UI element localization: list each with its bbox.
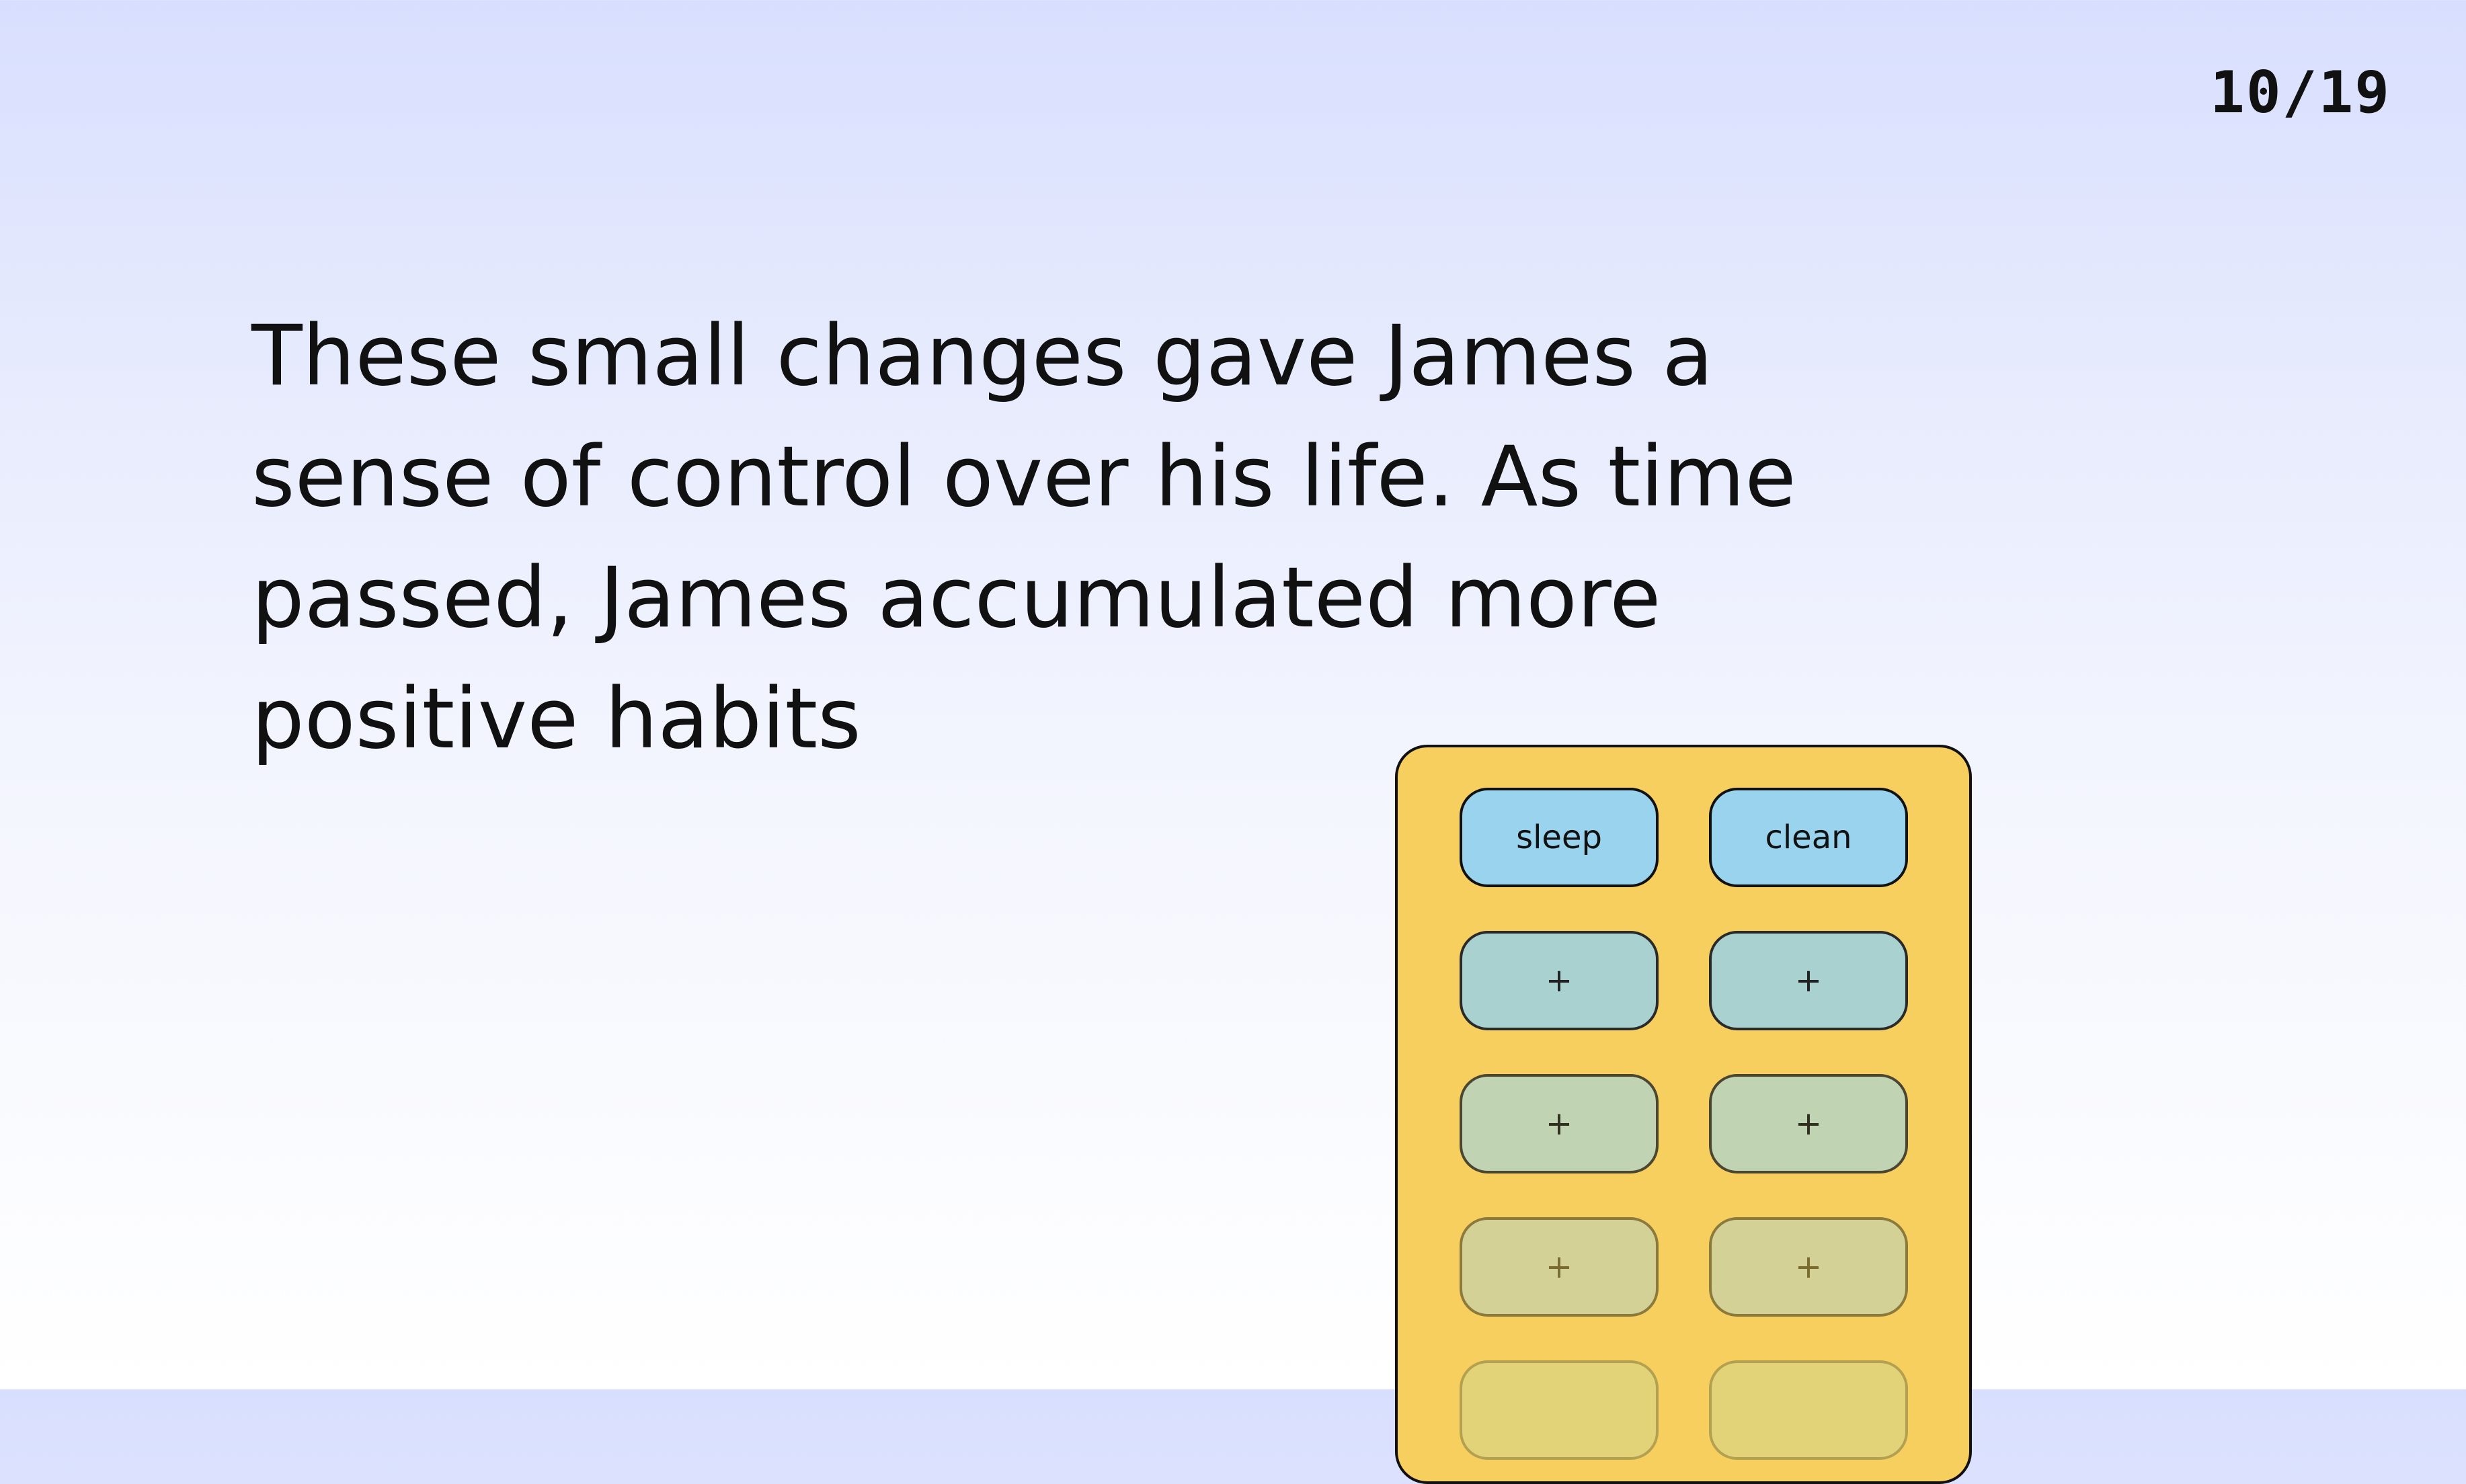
narration-text: These small changes gave James a sense o… — [251, 296, 1796, 780]
slide-counter: 10/19 — [2210, 59, 2391, 126]
add-habit-button[interactable]: + — [1460, 931, 1659, 1030]
add-habit-button[interactable]: + — [1460, 1217, 1659, 1317]
add-habit-button[interactable]: + — [1709, 931, 1908, 1030]
narration-line: These small changes gave James a — [251, 308, 1714, 405]
habit-board: sleep clean + + + + + + — [1395, 745, 1972, 1484]
add-habit-button[interactable]: + — [1709, 1217, 1908, 1317]
narration-line: sense of control over his life. As time — [251, 429, 1796, 526]
add-habit-button[interactable]: + — [1460, 1074, 1659, 1173]
habit-slot-sleep[interactable]: sleep — [1460, 788, 1659, 887]
add-habit-button[interactable]: + — [1709, 1074, 1908, 1173]
habit-slot-clean[interactable]: clean — [1709, 788, 1908, 887]
empty-habit-slot[interactable] — [1709, 1360, 1908, 1460]
narration-line: passed, James accumulated more — [251, 550, 1661, 647]
empty-habit-slot[interactable] — [1460, 1360, 1659, 1460]
